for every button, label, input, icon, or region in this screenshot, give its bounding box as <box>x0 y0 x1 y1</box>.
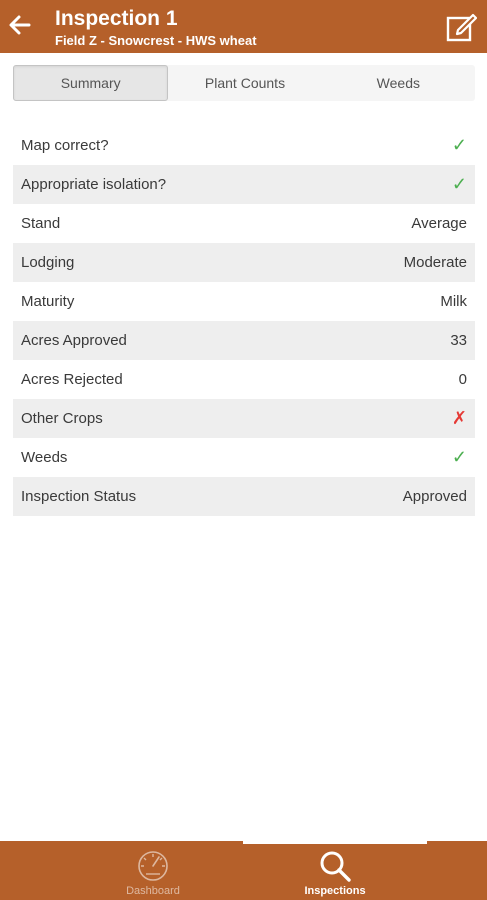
row-label: Lodging <box>21 254 75 271</box>
edit-button[interactable] <box>445 11 478 43</box>
row-label: Other Crops <box>21 410 103 427</box>
check-icon: ✓ <box>451 135 467 155</box>
row-value: Moderate <box>403 254 467 271</box>
tab-bar: Summary Plant Counts Weeds <box>13 65 475 101</box>
summary-row-map-correct: Map correct? ✓ <box>13 126 475 165</box>
arrow-left-icon <box>9 15 31 35</box>
tab-summary[interactable]: Summary <box>13 65 169 101</box>
summary-list: Map correct? ✓ Appropriate isolation? ✓ … <box>13 126 475 516</box>
summary-row-isolation: Appropriate isolation? ✓ <box>13 165 475 204</box>
app-header: Inspection 1 Field Z - Snowcrest - HWS w… <box>0 0 487 53</box>
nav-inspections-label: Inspections <box>304 885 366 897</box>
nav-dashboard[interactable]: Dashboard <box>78 841 228 900</box>
summary-row-stand: Stand Average <box>13 204 475 243</box>
page-subtitle: Field Z - Snowcrest - HWS wheat <box>55 33 257 48</box>
nav-inspections[interactable]: Inspections <box>260 841 410 900</box>
summary-row-acres-rejected: Acres Rejected 0 <box>13 360 475 399</box>
cross-icon: ✗ <box>451 408 467 428</box>
row-label: Stand <box>21 215 61 232</box>
row-value: Milk <box>440 293 467 310</box>
summary-row-inspection-status: Inspection Status Approved <box>13 477 475 516</box>
row-label: Map correct? <box>21 137 109 154</box>
row-value: 0 <box>458 371 467 388</box>
speedometer-icon <box>138 851 168 881</box>
row-value: Average <box>411 215 467 232</box>
row-label: Appropriate isolation? <box>21 176 167 193</box>
row-label: Weeds <box>21 449 68 466</box>
nav-dashboard-label: Dashboard <box>126 885 180 897</box>
row-label: Acres Rejected <box>21 371 123 388</box>
check-icon: ✓ <box>451 174 467 194</box>
edit-icon <box>446 13 478 42</box>
row-value: 33 <box>450 332 467 349</box>
summary-row-maturity: Maturity Milk <box>13 282 475 321</box>
tab-plant-counts[interactable]: Plant Counts <box>168 65 321 101</box>
row-value: Approved <box>402 488 467 505</box>
row-label: Inspection Status <box>21 488 137 505</box>
check-icon: ✓ <box>451 447 467 467</box>
page-title: Inspection 1 <box>55 7 178 30</box>
back-button[interactable] <box>7 12 33 38</box>
tab-weeds[interactable]: Weeds <box>322 65 475 101</box>
row-label: Acres Approved <box>21 332 127 349</box>
row-label: Maturity <box>21 293 75 310</box>
summary-row-weeds: Weeds ✓ <box>13 438 475 477</box>
summary-row-lodging: Lodging Moderate <box>13 243 475 282</box>
summary-row-other-crops: Other Crops ✗ <box>13 399 475 438</box>
search-icon <box>320 851 351 882</box>
bottom-nav: Dashboard Inspections <box>0 841 487 900</box>
summary-row-acres-approved: Acres Approved 33 <box>13 321 475 360</box>
